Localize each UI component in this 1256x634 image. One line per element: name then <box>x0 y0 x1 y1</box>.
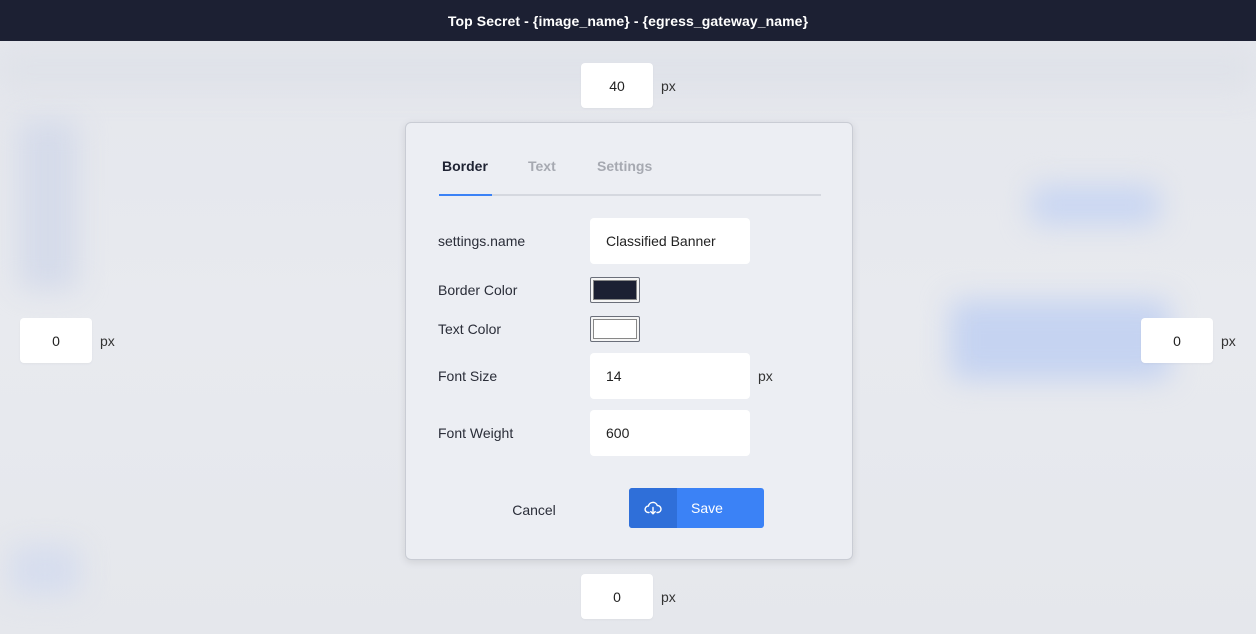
border-color-picker[interactable] <box>590 277 640 303</box>
text-color-row: Text Color <box>438 316 640 342</box>
margin-bottom-input[interactable] <box>581 574 653 619</box>
banner-text: Top Secret - {image_name} - {egress_gate… <box>447 12 809 29</box>
background-blur-shape <box>1030 185 1160 225</box>
border-color-label: Border Color <box>438 282 518 298</box>
text-color-swatch <box>593 319 637 339</box>
banner-settings-dialog: Border Text Settings settings.name Borde… <box>405 122 853 560</box>
margin-top-input[interactable] <box>581 63 653 108</box>
font-size-label: Font Size <box>438 368 498 384</box>
margin-left-control: px <box>20 318 115 363</box>
margin-right-unit: px <box>1221 332 1236 349</box>
active-tab-indicator <box>439 194 492 196</box>
name-row: settings.name <box>438 218 750 264</box>
tab-settings[interactable]: Settings <box>597 158 652 174</box>
font-weight-row: Font Weight <box>438 410 750 456</box>
margin-left-unit: px <box>100 332 115 349</box>
text-color-label: Text Color <box>438 321 502 337</box>
margin-right-control: px <box>1141 318 1236 363</box>
save-button[interactable]: Save <box>629 488 764 528</box>
font-weight-input[interactable] <box>590 410 750 456</box>
cloud-download-icon <box>629 488 677 528</box>
font-size-input[interactable] <box>590 353 750 399</box>
classification-banner: Top Secret - {image_name} - {egress_gate… <box>0 0 1256 41</box>
name-input[interactable] <box>590 218 750 264</box>
tab-border-label: Border <box>442 158 488 174</box>
margin-top-unit: px <box>661 77 676 94</box>
background-blur-shape <box>10 545 80 595</box>
margin-left-input[interactable] <box>20 318 92 363</box>
margin-bottom-control: px <box>581 574 676 619</box>
margin-right-input[interactable] <box>1141 318 1213 363</box>
text-color-picker[interactable] <box>590 316 640 342</box>
font-size-unit: px <box>758 368 773 384</box>
font-weight-label: Font Weight <box>438 425 514 441</box>
border-color-row: Border Color <box>438 277 640 303</box>
font-size-row: Font Size px <box>438 353 773 399</box>
border-color-swatch <box>593 280 637 300</box>
tab-settings-label: Settings <box>597 158 653 174</box>
dialog-tabs: Border Text Settings <box>439 148 821 196</box>
save-button-label: Save <box>691 500 723 516</box>
margin-bottom-unit: px <box>661 588 676 605</box>
name-label: settings.name <box>438 233 526 249</box>
background-blur-shape <box>18 120 78 290</box>
background-blur-shape <box>950 300 1170 380</box>
cancel-button[interactable]: Cancel <box>494 490 574 530</box>
tab-text-label: Text <box>528 158 556 174</box>
margin-top-control: px <box>581 63 676 108</box>
tab-text[interactable]: Text <box>528 158 556 174</box>
tab-border[interactable]: Border <box>442 158 488 174</box>
